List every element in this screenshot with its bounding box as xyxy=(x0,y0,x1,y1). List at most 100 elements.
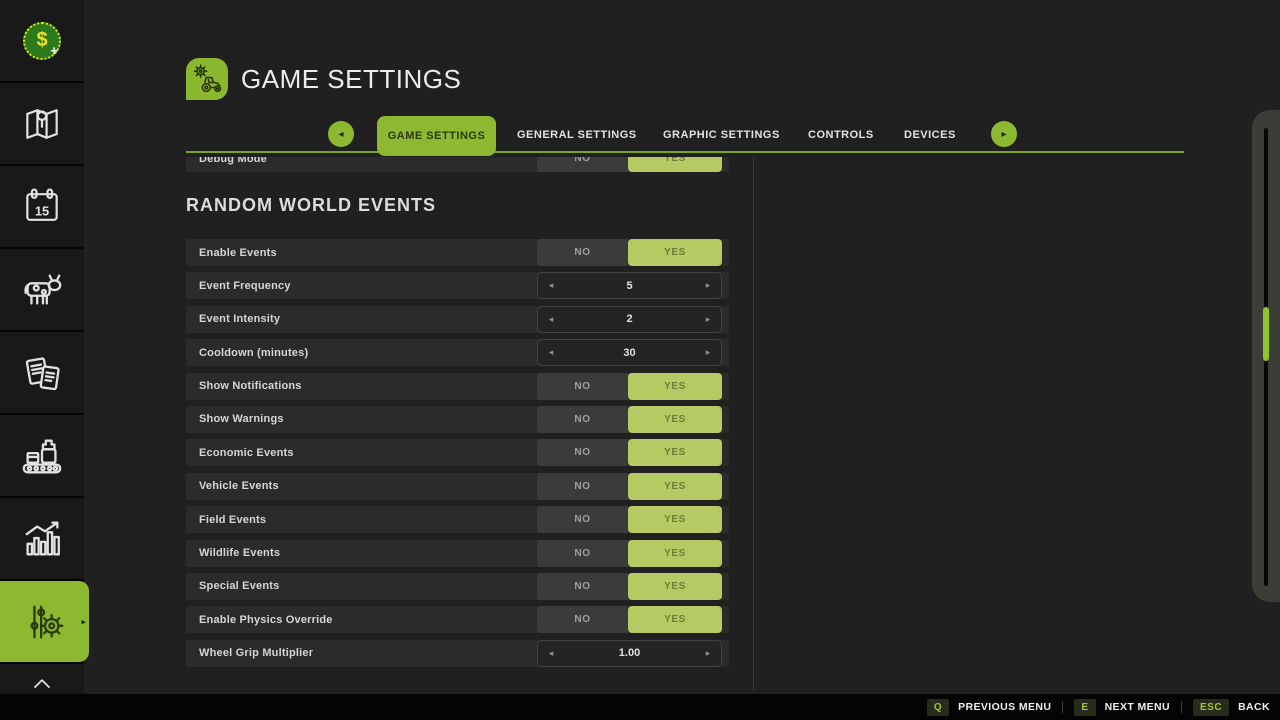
sidebar-item-animals[interactable] xyxy=(0,249,84,330)
toggle-yes-button[interactable]: YES xyxy=(628,506,722,533)
settings-gear-icon xyxy=(22,599,68,645)
stepper-decrease-button[interactable]: ◂ xyxy=(538,273,564,298)
setting-row: Wheel Grip Multiplier ◂ 1.00 ▸ xyxy=(186,640,729,667)
toggle-no-button[interactable]: NO xyxy=(537,573,628,600)
sidebar-item-statistics[interactable] xyxy=(0,498,84,579)
sidebar-item-calendar[interactable]: 15 xyxy=(0,166,84,247)
stepper-value: 2 xyxy=(564,313,695,325)
setting-row-debug-mode: Debug Mode NO YES xyxy=(186,157,729,172)
toggle-yes-button[interactable]: YES xyxy=(628,573,722,600)
toggle-no-button[interactable]: NO xyxy=(537,473,628,500)
toggle-yes-button[interactable]: YES xyxy=(628,473,722,500)
hint-label: NEXT MENU xyxy=(1105,701,1170,713)
toggle-no-button[interactable]: NO xyxy=(537,157,628,172)
setting-label: Wildlife Events xyxy=(199,540,280,567)
sidebar-item-finances[interactable]: $ + xyxy=(0,0,84,81)
sidebar-item-more[interactable] xyxy=(0,664,84,694)
hint-label: BACK xyxy=(1238,701,1270,713)
sidebar-item-contracts[interactable] xyxy=(0,332,84,413)
svg-text:15: 15 xyxy=(35,203,49,218)
toggle-no-button[interactable]: NO xyxy=(537,506,628,533)
setting-row: Enable Physics Override NO YES xyxy=(186,606,729,633)
setting-label: Wheel Grip Multiplier xyxy=(199,640,313,667)
hint-next-menu: E NEXT MENU xyxy=(1074,699,1170,716)
toggle-no-button[interactable]: NO xyxy=(537,406,628,433)
setting-label: Enable Physics Override xyxy=(199,606,333,633)
setting-label: Special Events xyxy=(199,573,279,600)
documents-icon xyxy=(19,350,65,396)
yes-no-toggle: NO YES xyxy=(537,506,722,533)
setting-row: Special Events NO YES xyxy=(186,573,729,600)
setting-row: Field Events NO YES xyxy=(186,506,729,533)
stepper-increase-button[interactable]: ▸ xyxy=(695,641,721,666)
tab-devices[interactable]: DEVICES xyxy=(904,116,956,153)
yes-no-toggle: NO YES xyxy=(537,473,722,500)
stepper-value: 5 xyxy=(564,280,695,292)
setting-row: Event Intensity ◂ 2 ▸ xyxy=(186,306,729,333)
sidebar-item-map[interactable] xyxy=(0,83,84,164)
tab-graphic-settings[interactable]: GRAPHIC SETTINGS xyxy=(663,116,780,153)
tabs-next-button[interactable]: ▸ xyxy=(991,121,1017,147)
toggle-yes-button[interactable]: YES xyxy=(628,606,722,633)
yes-no-toggle: NO YES xyxy=(537,540,722,567)
setting-label: Vehicle Events xyxy=(199,473,279,500)
settings-scroll-area: Debug Mode NO YES RANDOM WORLD EVENTS En… xyxy=(186,157,729,690)
setting-row: Show Notifications NO YES xyxy=(186,373,729,400)
toggle-no-button[interactable]: NO xyxy=(537,439,628,466)
value-stepper: ◂ 5 ▸ xyxy=(537,272,722,299)
sidebar-item-settings[interactable]: ▸ xyxy=(0,581,89,662)
stepper-increase-button[interactable]: ▸ xyxy=(695,273,721,298)
toggle-yes-button[interactable]: YES xyxy=(628,439,722,466)
toggle-yes-button[interactable]: YES xyxy=(628,406,722,433)
toggle-yes-button[interactable]: YES xyxy=(628,157,722,172)
toggle-yes-button[interactable]: YES xyxy=(628,239,722,266)
tabs-prev-button[interactable]: ◂ xyxy=(328,121,354,147)
toggle-no-button[interactable]: NO xyxy=(537,239,628,266)
setting-row: Economic Events NO YES xyxy=(186,439,729,466)
setting-label: Enable Events xyxy=(199,239,277,266)
sidebar: $ + 15 xyxy=(0,0,84,720)
tab-general-settings[interactable]: GENERAL SETTINGS xyxy=(517,116,637,153)
toggle-yes-button[interactable]: YES xyxy=(628,540,722,567)
hint-divider xyxy=(1062,701,1063,713)
sidebar-item-production[interactable] xyxy=(0,415,84,496)
setting-label: Cooldown (minutes) xyxy=(199,339,308,366)
toggle-no-button[interactable]: NO xyxy=(537,540,628,567)
setting-label: Show Notifications xyxy=(199,373,302,400)
scrollbar-thumb[interactable] xyxy=(1263,307,1269,361)
stepper-increase-button[interactable]: ▸ xyxy=(695,340,721,365)
setting-label: Economic Events xyxy=(199,439,294,466)
yes-no-toggle: NO YES xyxy=(537,373,722,400)
footer-hint-bar: Q PREVIOUS MENU E NEXT MENU ESC BACK xyxy=(0,694,1280,720)
tab-game-settings[interactable]: GAME SETTINGS xyxy=(377,116,496,156)
setting-row: Vehicle Events NO YES xyxy=(186,473,729,500)
setting-label: Debug Mode xyxy=(199,157,267,172)
setting-row: Enable Events NO YES xyxy=(186,239,729,266)
setting-row: Event Frequency ◂ 5 ▸ xyxy=(186,272,729,299)
production-icon xyxy=(19,433,65,479)
yes-no-toggle: NO YES xyxy=(537,439,722,466)
setting-row: Cooldown (minutes) ◂ 30 ▸ xyxy=(186,339,729,366)
cow-icon xyxy=(19,267,65,313)
stepper-increase-button[interactable]: ▸ xyxy=(695,307,721,332)
page-title: GAME SETTINGS xyxy=(241,64,461,95)
hint-label: PREVIOUS MENU xyxy=(958,701,1051,713)
key-q-badge: Q xyxy=(927,699,949,716)
toggle-yes-button[interactable]: YES xyxy=(628,373,722,400)
map-icon xyxy=(20,102,64,146)
value-stepper: ◂ 1.00 ▸ xyxy=(537,640,722,667)
tractor-gear-icon xyxy=(190,62,224,96)
stepper-decrease-button[interactable]: ◂ xyxy=(538,307,564,332)
setting-label: Field Events xyxy=(199,506,266,533)
setting-row: Wildlife Events NO YES xyxy=(186,540,729,567)
hint-divider xyxy=(1181,701,1182,713)
toggle-no-button[interactable]: NO xyxy=(537,373,628,400)
stepper-decrease-button[interactable]: ◂ xyxy=(538,641,564,666)
stepper-decrease-button[interactable]: ◂ xyxy=(538,340,564,365)
tab-controls[interactable]: CONTROLS xyxy=(808,116,874,153)
hint-previous-menu: Q PREVIOUS MENU xyxy=(927,699,1052,716)
active-item-arrow-icon: ▸ xyxy=(81,617,86,626)
content-divider xyxy=(753,157,754,690)
toggle-no-button[interactable]: NO xyxy=(537,606,628,633)
setting-label: Event Intensity xyxy=(199,306,280,333)
